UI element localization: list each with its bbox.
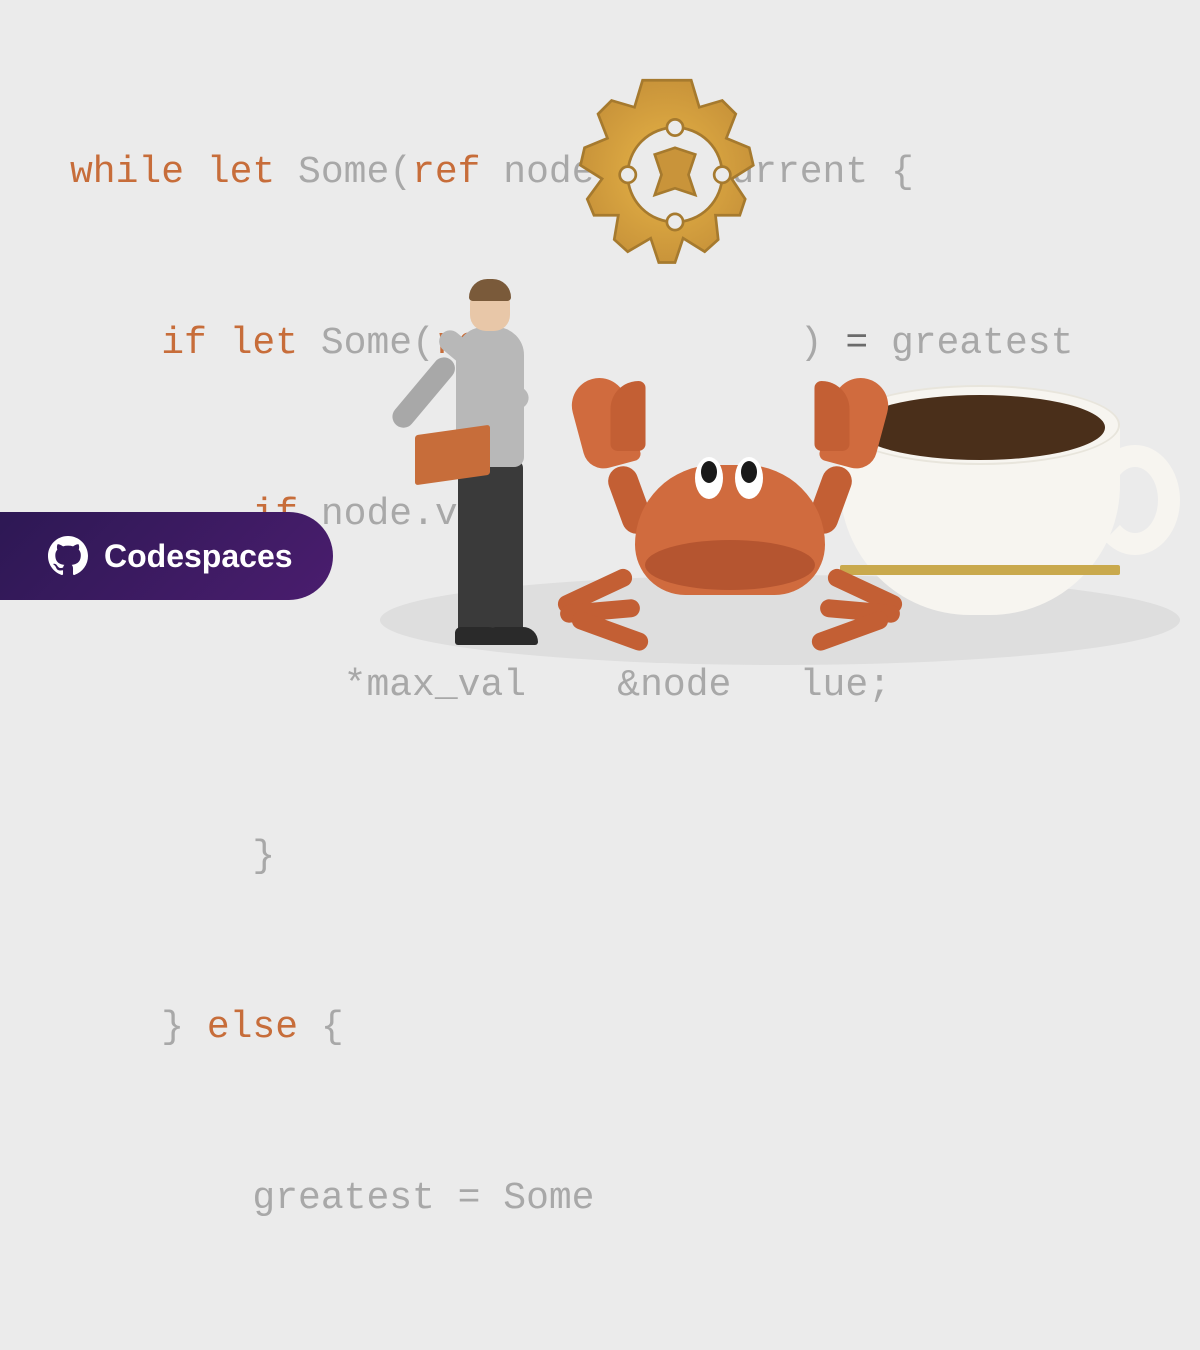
code-line-4: *max_val &node lue; [70, 657, 1073, 714]
codespaces-badge: Codespaces [0, 512, 333, 600]
code-line-6: } else { [70, 999, 1073, 1056]
rust-crab-mascot [560, 315, 900, 655]
person-illustration [420, 255, 580, 645]
badge-label: Codespaces [104, 538, 293, 575]
rust-gear-icon [540, 60, 810, 330]
code-line-5: } [70, 828, 1073, 885]
code-line-7: greatest = Some [70, 1170, 1073, 1227]
github-icon [48, 536, 88, 576]
laptop-icon [415, 425, 490, 486]
